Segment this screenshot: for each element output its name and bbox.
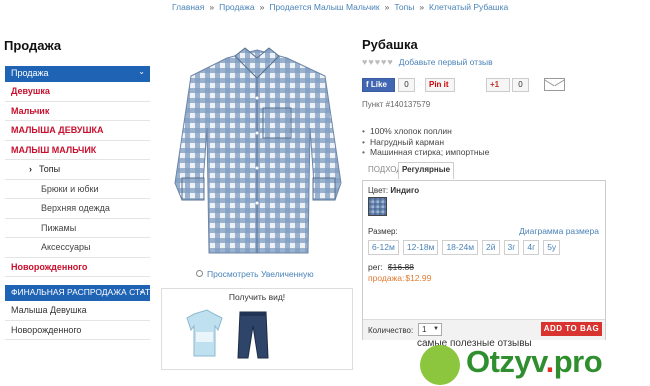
chevron-down-icon: ▼ <box>433 326 439 332</box>
add-review-link[interactable]: Добавьте первый отзыв <box>399 57 493 67</box>
regular-price-row: рег: $16.88 <box>368 262 414 272</box>
sidebar-item-final-newborn[interactable]: Новорожденного <box>5 321 150 340</box>
facebook-like-button[interactable]: f Like <box>362 78 395 92</box>
sidebar-item-newborn[interactable]: Новорожденного <box>5 258 150 277</box>
sidebar-title: Продажа <box>4 38 62 53</box>
breadcrumb: Главная » Продажа » Продается Малыш Мальчик »… <box>172 2 508 12</box>
watermark-brand-name: Otzyv <box>466 344 546 379</box>
breadcrumb-separator: » <box>419 2 425 12</box>
plaid-shirt-image <box>174 47 342 254</box>
chevron-down-icon: ⌄ <box>138 286 145 295</box>
watermark-logo: Otzyv.pro <box>420 340 650 386</box>
sidebar-item-pajamas[interactable]: Пижамы <box>5 219 150 238</box>
quantity-bar: Количество: 1 ▼ ADD TO BAG <box>363 319 605 340</box>
size-chart-link[interactable]: Диаграмма размера <box>519 226 599 236</box>
rating-hearts-icon: ♥♥♥♥♥ <box>362 57 394 67</box>
quantity-select[interactable]: 1 ▼ <box>418 323 442 336</box>
size-label: Размер: <box>368 227 398 236</box>
rating-row: ♥♥♥♥♥ Добавьте первый отзыв <box>362 57 493 67</box>
google-plus-count: 0 <box>512 78 529 92</box>
feature-item: 100% хлопок поплин <box>362 126 489 137</box>
zoom-link[interactable]: Просмотреть Увеличенную <box>196 269 314 279</box>
sidebar-item-final-toddler-girl[interactable]: Малыша Девушка <box>5 301 150 321</box>
sidebar-header-sale[interactable]: Продажа ⌄ <box>5 66 150 82</box>
sidebar-item-tops[interactable]: Топы <box>5 160 150 180</box>
size-option[interactable]: 2й <box>482 240 500 255</box>
breadcrumb-current[interactable]: Клетчатый Рубашка <box>429 2 508 12</box>
feature-item: Нагрудный карман <box>362 137 489 148</box>
product-title: Рубашка <box>362 37 418 52</box>
pinterest-button[interactable]: Pin it <box>425 78 455 92</box>
google-plus-button[interactable]: +1 <box>486 78 510 92</box>
size-options: 6-12м 12-18м 18-24м 2й 3г 4г 5у <box>368 240 561 255</box>
product-sku: Пункт #140137579 <box>362 100 431 109</box>
color-value: Индиго <box>390 186 420 195</box>
chevron-down-icon: ⌄ <box>138 67 145 76</box>
email-icon[interactable] <box>544 78 565 91</box>
color-row: Цвет: Индиго <box>368 186 419 195</box>
facebook-like-label: Like <box>370 80 387 89</box>
sidebar-item-boy[interactable]: Мальчик <box>5 102 150 121</box>
logo-icon <box>420 345 460 385</box>
breadcrumb-separator: » <box>384 2 390 12</box>
color-label: Цвет: <box>368 186 389 195</box>
size-option[interactable]: 4г <box>523 240 540 255</box>
quantity-value: 1 <box>422 325 427 334</box>
color-swatch-indigo[interactable] <box>368 197 387 216</box>
watermark-brand-tld: pro <box>553 344 603 379</box>
breadcrumb-sale[interactable]: Продажа <box>219 2 254 12</box>
regular-price-value: $16.88 <box>387 262 414 272</box>
product-features: 100% хлопок поплин Нагрудный карман Маши… <box>362 126 489 158</box>
sidebar-item-toddler-girl[interactable]: МАЛЫША ДЕВУШКА <box>5 121 150 141</box>
sale-price-row: продажа:$12.99 <box>368 273 431 283</box>
tab-fit[interactable]: ПОДХОДЯЩИЙ <box>368 165 400 174</box>
sidebar-item-girl[interactable]: Девушка <box>5 82 150 102</box>
breadcrumb-toddler-boy[interactable]: Продается Малыш Мальчик <box>269 2 379 12</box>
quantity-label: Количество: <box>368 326 414 335</box>
magnifier-icon <box>196 270 203 277</box>
facebook-like-count: 0 <box>398 78 415 92</box>
breadcrumb-tops[interactable]: Топы <box>394 2 414 12</box>
sidebar-header-final-sale[interactable]: ФИНАЛЬНАЯ РАСПРОДАЖА СТАТЕЙ ⌄ <box>5 285 150 301</box>
size-option[interactable]: 12-18м <box>402 240 439 255</box>
add-to-bag-button[interactable]: ADD TO BAG <box>541 322 602 336</box>
sidebar-nav: Продажа ⌄ Девушка Мальчик МАЛЫША ДЕВУШКА… <box>5 66 150 340</box>
breadcrumb-separator: » <box>209 2 215 12</box>
sidebar-item-outerwear[interactable]: Верхняя одежда <box>5 199 150 219</box>
product-image[interactable] <box>165 38 350 263</box>
feature-item: Машинная стирка; импортные <box>362 147 489 158</box>
size-option[interactable]: 18-24м <box>442 240 479 255</box>
sidebar-header2-label: ФИНАЛЬНАЯ РАСПРОДАЖА СТАТЕЙ <box>11 287 150 297</box>
sidebar-header-label: Продажа <box>11 68 49 78</box>
sidebar-item-pants-skirts[interactable]: Брюки и юбки <box>5 180 150 199</box>
tab-regular[interactable]: Регулярные <box>398 162 455 179</box>
regular-price-label: рег: <box>368 262 383 272</box>
breadcrumb-separator: » <box>259 2 265 12</box>
get-the-look-title: Получить вид! <box>228 292 286 302</box>
related-items-image[interactable] <box>162 302 352 364</box>
watermark-brand: Otzyv.pro <box>466 344 603 379</box>
sidebar-item-accessories[interactable]: Аксессуары <box>5 238 150 258</box>
product-options-panel: Цвет: Индиго Размер: Диаграмма размера 6… <box>362 180 606 340</box>
sidebar-item-toddler-boy[interactable]: МАЛЫШ МАЛЬЧИК <box>5 141 150 160</box>
zoom-link-label: Просмотреть Увеличенную <box>207 269 314 279</box>
size-option[interactable]: 3г <box>503 240 520 255</box>
get-the-look-panel: Получить вид! <box>161 288 353 370</box>
size-option[interactable]: 6-12м <box>368 240 399 255</box>
breadcrumb-home[interactable]: Главная <box>172 2 204 12</box>
size-option[interactable]: 5у <box>543 240 561 255</box>
sale-price-label: продажа: <box>368 273 405 283</box>
sale-price-value: $12.99 <box>405 273 432 283</box>
